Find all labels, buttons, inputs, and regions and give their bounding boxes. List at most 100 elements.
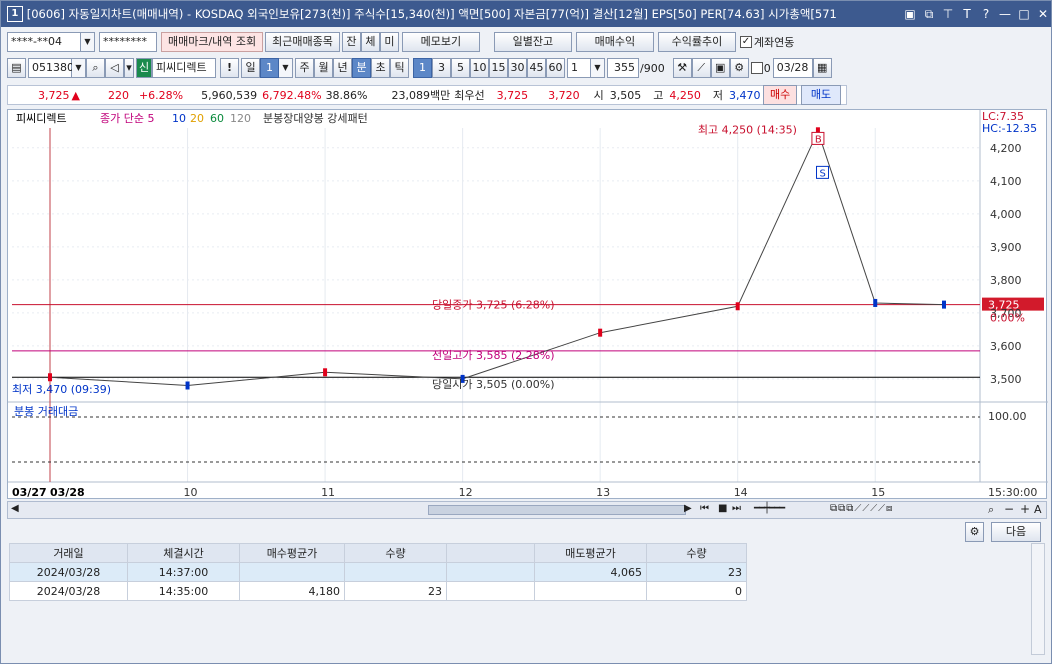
bar-count-total: /900: [640, 61, 665, 75]
text-tool-icon[interactable]: A: [1034, 503, 1042, 516]
change-rate: +6.28%: [138, 88, 184, 102]
interval-10-button[interactable]: 10: [470, 58, 489, 78]
settings-icon[interactable]: ⚙: [729, 58, 749, 78]
zero-percent-tag: 0.00%: [990, 312, 1025, 325]
price-change: 220: [107, 88, 129, 102]
speaker-icon[interactable]: ◁: [105, 58, 124, 78]
period-minute-button[interactable]: 분: [352, 58, 371, 78]
font-icon[interactable]: T: [959, 7, 975, 22]
account-number-field[interactable]: ****-**04: [7, 32, 81, 52]
interval-60-button[interactable]: 60: [546, 58, 565, 78]
col-header-buy-qty: 수량: [344, 543, 447, 563]
chart-area[interactable]: 피씨디렉트 종가 단순 5 10 20 60 120 분봉장대양봉 강세패턴 3…: [7, 109, 1048, 500]
period-day-button[interactable]: 일: [241, 58, 260, 78]
restore-tile-icon[interactable]: ⧉: [921, 7, 937, 22]
window-number-badge: 1: [7, 6, 23, 22]
day-count-dropdown-icon[interactable]: ▼: [279, 58, 293, 78]
layout-icon[interactable]: ▣: [902, 7, 918, 22]
password-field[interactable]: ********: [99, 32, 157, 52]
interval-30-button[interactable]: 30: [508, 58, 527, 78]
period-year-button[interactable]: 년: [333, 58, 352, 78]
help-icon[interactable]: ?: [978, 7, 994, 22]
maximize-icon[interactable]: □: [1016, 7, 1032, 22]
legend-ma-10: 10: [172, 112, 186, 125]
zoom-in-icon[interactable]: +: [1020, 502, 1030, 516]
save-icon[interactable]: ▣: [710, 58, 730, 78]
bid-price: 3,720: [548, 88, 580, 102]
chart-menu-icon[interactable]: ▤: [7, 58, 26, 78]
date-label: 03/28: [50, 486, 85, 499]
account-dropdown-icon[interactable]: ▼: [81, 32, 95, 52]
table-row[interactable]: 2024/03/28 14:37:00 4,065 23: [9, 562, 747, 582]
interval-3-button[interactable]: 3: [432, 58, 451, 78]
date-checkbox-label: 0: [763, 61, 771, 75]
scroll-left-icon[interactable]: ◀: [11, 503, 19, 514]
zoom-out-icon[interactable]: −: [1004, 502, 1014, 516]
zoom-slider-icon[interactable]: ━━┿━━━: [754, 503, 785, 514]
interval-45-button[interactable]: 45: [527, 58, 546, 78]
stock-code-dropdown-icon[interactable]: ▼: [72, 58, 86, 78]
x-tick-label: 15: [871, 486, 885, 499]
account-link-checkbox[interactable]: ✓: [739, 36, 752, 48]
prev-high-line-label: 전일고가 3,585 (2.28%): [432, 348, 555, 362]
col-header-buy-avg: 매수평균가: [239, 543, 345, 563]
balance-button[interactable]: 잔: [341, 32, 361, 52]
high-annotation: 최고 4,250 (14:35): [698, 123, 797, 136]
bar-count-field[interactable]: 355: [607, 58, 639, 78]
interval-15-button[interactable]: 15: [489, 58, 508, 78]
price-point: [323, 368, 328, 377]
alert-icon[interactable]: !: [220, 58, 239, 78]
scroll-right-icon[interactable]: ▶: [684, 503, 692, 514]
daily-balance-button[interactable]: 일별잔고: [493, 32, 572, 52]
up-arrow-icon: ▲: [71, 88, 80, 102]
date-checkbox[interactable]: [750, 62, 763, 74]
stop-icon[interactable]: ■: [718, 503, 727, 514]
tools-icon[interactable]: ⚒: [672, 58, 692, 78]
minimize-icon[interactable]: —: [997, 7, 1013, 22]
period-week-button[interactable]: 주: [295, 58, 314, 78]
buy-button[interactable]: 매수: [763, 85, 797, 105]
recent-trades-button[interactable]: 최근매매종목: [265, 32, 340, 52]
drawing-tools-icon[interactable]: ⧉⧉⧉⟋⟋⟋⟋⧈: [830, 503, 893, 514]
stock-code-field[interactable]: 051380: [28, 58, 74, 78]
return-trend-button[interactable]: 수익률추이: [657, 32, 736, 52]
y-tick-label: 3,900: [990, 241, 1022, 254]
draw-icon[interactable]: ⟋: [691, 58, 711, 78]
trade-mark-button[interactable]: 매매마크/내역 조회: [161, 32, 264, 52]
next-button[interactable]: 다음: [991, 522, 1041, 542]
table-vertical-scrollbar[interactable]: [1031, 543, 1045, 655]
fast-forward-icon[interactable]: ⏭: [732, 503, 741, 514]
calendar-icon[interactable]: ▦: [812, 58, 832, 78]
date-field[interactable]: 03/28: [772, 58, 813, 78]
interval-5-button[interactable]: 5: [451, 58, 470, 78]
unfilled-button[interactable]: 미: [379, 32, 399, 52]
period-tick-button[interactable]: 틱: [390, 58, 409, 78]
period-month-button[interactable]: 월: [314, 58, 333, 78]
volume-ratio: 6,792.48%: [262, 88, 322, 102]
day-count-field[interactable]: 1: [260, 58, 279, 78]
zoom-icon[interactable]: ⌕: [988, 503, 994, 517]
multiplier-dropdown-icon[interactable]: ▼: [591, 58, 605, 78]
speaker-dropdown-icon[interactable]: ▾: [124, 58, 134, 78]
close-line-label: 당일종가 3,725 (6.28%): [432, 298, 555, 312]
memo-button[interactable]: 메모보기: [401, 32, 480, 52]
sell-button[interactable]: 매도: [801, 85, 841, 105]
x-tick-label: 10: [184, 486, 198, 499]
y-tick-label: 4,000: [990, 208, 1022, 221]
multiplier-field[interactable]: 1: [567, 58, 591, 78]
scroll-thumb[interactable]: [428, 505, 686, 515]
chart-scroll-bar[interactable]: ◀ ▶ ⏮ ■ ⏭ ━━┿━━━ ⧉⧉⧉⟋⟋⟋⟋⧈ ⌕ − + A: [7, 501, 1047, 519]
list-settings-icon[interactable]: ⚙: [965, 522, 984, 542]
rewind-icon[interactable]: ⏮: [700, 503, 709, 514]
close-icon[interactable]: ✕: [1035, 7, 1051, 22]
filled-button[interactable]: 체: [360, 32, 380, 52]
trade-profit-button[interactable]: 매매수익: [575, 32, 654, 52]
cell-buy-avg: 4,180: [239, 581, 345, 601]
search-icon[interactable]: ⌕: [86, 58, 105, 78]
price-chart-svg[interactable]: 피씨디렉트 종가 단순 5 10 20 60 120 분봉장대양봉 강세패턴 3…: [8, 110, 1048, 500]
pin-icon[interactable]: ⊤: [940, 7, 956, 22]
period-second-button[interactable]: 초: [371, 58, 390, 78]
table-row[interactable]: 2024/03/28 14:35:00 4,180 23 0: [9, 581, 747, 601]
stock-name-field[interactable]: 피씨디렉트: [152, 58, 216, 78]
interval-1-button[interactable]: 1: [413, 58, 432, 78]
